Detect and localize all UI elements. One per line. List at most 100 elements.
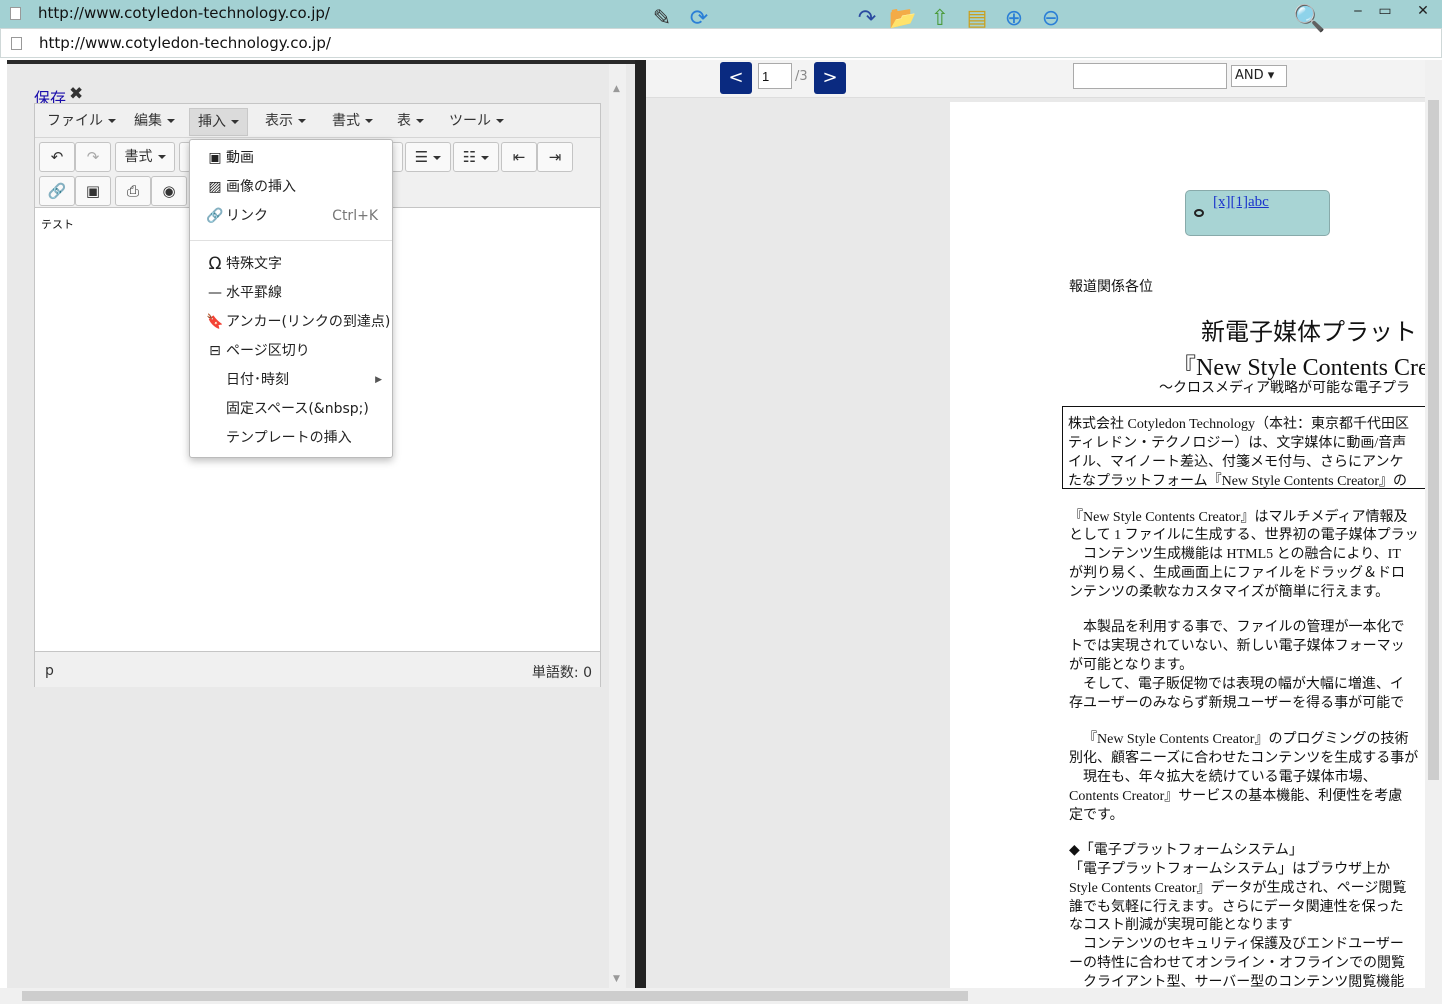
word-count: 単語数: 0 bbox=[531, 665, 592, 681]
menu-view[interactable]: 表示 bbox=[257, 108, 314, 136]
scroll-up-arrow[interactable]: ▲ bbox=[613, 84, 620, 94]
doc-line: ◆「電子プラットフォームシステム」 bbox=[1069, 843, 1303, 858]
menu-item-horizontal-rule[interactable]: — 水平罫線 bbox=[190, 279, 392, 308]
editor-statusbar: p 単語数: 0 bbox=[35, 651, 600, 687]
doc-line: が判り易く、生成画面上にファイルをドラッグ＆ドロ bbox=[1069, 566, 1405, 581]
menu-item-anchor[interactable]: 🔖 アンカー(リンクの到達点) bbox=[190, 308, 392, 337]
menu-item-link[interactable]: 🔗 リンク Ctrl+K bbox=[190, 202, 392, 231]
doc-line: コンテンツのセキュリティ保護及びエンドユーザー bbox=[1083, 937, 1404, 952]
numbered-list-icon: ☷ bbox=[462, 148, 477, 166]
window-title: http://www.cotyledon-technology.co.jp/ bbox=[38, 4, 330, 22]
menu-file[interactable]: ファイル bbox=[39, 108, 124, 136]
bullet-list-button[interactable]: ☰ bbox=[405, 142, 451, 172]
format-dropdown[interactable]: 書式 bbox=[115, 142, 175, 172]
edit-pen-icon[interactable]: ✎ bbox=[646, 3, 678, 35]
doc-line: クライアント型、サーバー型のコンテンツ閲覧機能 bbox=[1083, 975, 1405, 988]
numbered-list-button[interactable]: ☷ bbox=[453, 142, 499, 172]
minimize-button[interactable]: ‒ bbox=[1343, 0, 1373, 22]
editor-content[interactable]: テスト bbox=[41, 216, 74, 232]
redo-button[interactable]: ↷ bbox=[75, 142, 111, 172]
insert-menu-dropdown: ▣ 動画 ▨ 画像の挿入 🔗 リンク Ctrl+K Ω 特殊文字 — 水平罫線 🔖 アンカー(… bbox=[189, 139, 393, 458]
right-scrollbar[interactable] bbox=[1425, 60, 1442, 988]
folder-icon[interactable]: 📂 bbox=[887, 3, 919, 35]
address-url[interactable]: http://www.cotyledon-technology.co.jp/ bbox=[39, 34, 331, 52]
menu-item-video[interactable]: ▣ 動画 bbox=[190, 144, 392, 173]
link-button[interactable]: 🔗 bbox=[39, 176, 75, 206]
menu-item-insert-image[interactable]: ▨ 画像の挿入 bbox=[190, 173, 392, 202]
menu-format[interactable]: 書式 bbox=[324, 108, 381, 136]
doc-line: そして、電子販促物では表現の幅が大幅に増進、イ bbox=[1083, 677, 1404, 692]
menu-item-nbsp[interactable]: 固定スペース(&nbsp;) bbox=[190, 395, 392, 424]
menu-item-page-break[interactable]: ⊟ ページ区切り bbox=[190, 337, 392, 366]
doc-line: 定です。 bbox=[1069, 808, 1124, 823]
menu-divider bbox=[190, 240, 392, 241]
maximize-button[interactable]: ▭ bbox=[1370, 0, 1400, 22]
doc-line: たなプラットフォーム『New Style Contents Creator』の bbox=[1068, 474, 1408, 489]
print-button[interactable]: ⎙ bbox=[115, 176, 151, 206]
element-path[interactable]: p bbox=[45, 663, 54, 679]
search-icon[interactable]: 🔍 bbox=[1293, 3, 1325, 35]
page-number-input[interactable] bbox=[758, 63, 792, 89]
doc-line: 報道関係各位 bbox=[1069, 280, 1153, 295]
doc-line: 存ユーザーのみならず新規ユーザーを得る事が可能で bbox=[1069, 696, 1405, 711]
caret-down-icon bbox=[298, 119, 306, 123]
jump-arrow-icon[interactable]: ↷ bbox=[851, 3, 883, 35]
submenu-arrow-icon: ▶ bbox=[375, 375, 382, 385]
redo-icon: ↷ bbox=[86, 148, 100, 166]
doc-line: 『New Style Contents Creator』のプログミングの技術 bbox=[1083, 732, 1409, 747]
outdent-icon: ⇤ bbox=[512, 148, 526, 166]
doc-line: イル、マイノート差込、付箋メモ付与、さらにアンケ bbox=[1068, 455, 1404, 470]
doc-line: 別化、顧客ニーズに合わせたコンテンツを生成する事が bbox=[1069, 751, 1419, 766]
upload-arrow-icon[interactable]: ⇧ bbox=[924, 3, 956, 35]
scroll-thumb[interactable] bbox=[22, 991, 968, 1001]
close-window-button[interactable]: ✕ bbox=[1408, 0, 1438, 22]
refresh-icon[interactable]: ⟳ bbox=[683, 3, 715, 35]
search-input[interactable] bbox=[1073, 63, 1227, 89]
doc-line: 誰でも気軽に行えます。さらにデータ関連性を保った bbox=[1069, 900, 1404, 915]
menu-item-template[interactable]: テンプレートの挿入 bbox=[190, 424, 392, 453]
preview-button[interactable]: ◉ bbox=[151, 176, 187, 206]
search-mode-select[interactable]: AND ▾ bbox=[1231, 65, 1287, 87]
doc-line: コンテンツ生成機能は HTML5 との融合により、IT bbox=[1083, 547, 1401, 562]
bullet-list-icon: ☰ bbox=[414, 148, 429, 166]
doc-line: Contents Creator』サービスの基本機能、利便性を考慮 bbox=[1069, 789, 1403, 804]
menu-item-datetime[interactable]: 日付･時刻 ▶ bbox=[190, 366, 392, 395]
address-bar[interactable]: http://www.cotyledon-technology.co.jp/ bbox=[0, 28, 1442, 58]
menu-edit[interactable]: 編集 bbox=[126, 108, 183, 136]
menu-table[interactable]: 表 bbox=[389, 108, 432, 136]
indent-button[interactable]: ⇥ bbox=[537, 142, 573, 172]
zoom-in-icon[interactable]: ⊕ bbox=[998, 3, 1030, 35]
prev-page-button[interactable]: < bbox=[720, 62, 752, 94]
video-icon: ▣ bbox=[208, 150, 222, 166]
next-page-button[interactable]: > bbox=[814, 62, 846, 94]
scroll-down-arrow[interactable]: ▼ bbox=[613, 974, 620, 984]
caret-down-icon bbox=[157, 155, 166, 159]
sticky-note[interactable]: [x][1]abc bbox=[1185, 190, 1330, 236]
zoom-out-icon[interactable]: ⊖ bbox=[1035, 3, 1067, 35]
caret-down-icon bbox=[167, 119, 175, 123]
horizontal-scrollbar[interactable] bbox=[0, 988, 1442, 1004]
caret-down-icon bbox=[231, 120, 239, 124]
close-editor-icon[interactable]: ✖ bbox=[69, 84, 83, 104]
undo-button[interactable]: ↶ bbox=[39, 142, 75, 172]
pane-divider[interactable] bbox=[635, 60, 646, 988]
doc-title: 新電子媒体プラット bbox=[1201, 320, 1417, 346]
caret-down-icon bbox=[433, 155, 442, 160]
print-icon: ⎙ bbox=[126, 182, 139, 200]
menu-item-special-char[interactable]: Ω 特殊文字 bbox=[190, 250, 392, 279]
caret-down-icon bbox=[481, 155, 490, 160]
caret-down-icon bbox=[496, 119, 504, 123]
menu-insert[interactable]: 挿入 bbox=[189, 108, 248, 136]
hr-icon: — bbox=[208, 285, 222, 301]
page-icon bbox=[11, 37, 22, 50]
scroll-thumb[interactable] bbox=[1428, 100, 1439, 780]
doc-line: 「電子プラットフォームシステム」はブラウザ上か bbox=[1069, 862, 1391, 877]
image-button[interactable]: ▣ bbox=[75, 176, 111, 206]
caret-down-icon bbox=[365, 119, 373, 123]
left-scrollbar[interactable]: ▲ ▼ bbox=[609, 64, 626, 988]
menu-tools[interactable]: ツール bbox=[441, 108, 512, 136]
outdent-button[interactable]: ⇤ bbox=[501, 142, 537, 172]
note-icon[interactable]: ▤ bbox=[961, 3, 993, 35]
indent-icon: ⇥ bbox=[548, 148, 562, 166]
note-link[interactable]: [x][1]abc bbox=[1213, 194, 1269, 211]
